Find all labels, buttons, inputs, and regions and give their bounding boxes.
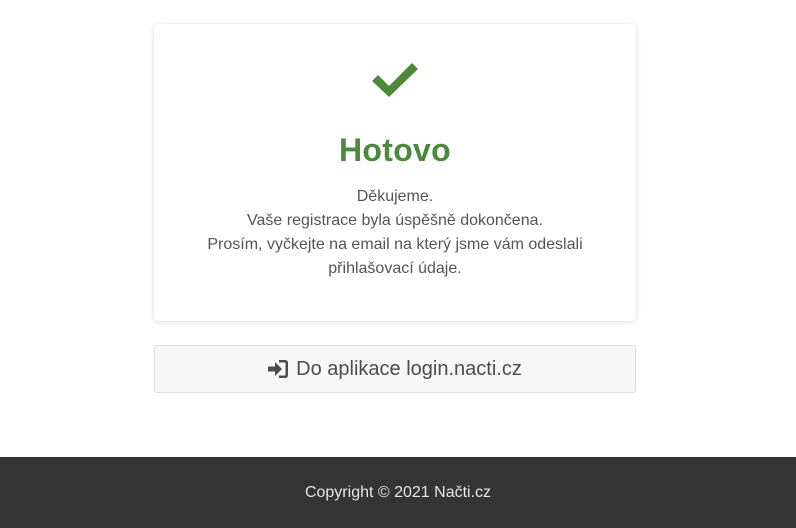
footer: Copyright © 2021 Načti.cz bbox=[0, 457, 796, 528]
page: Hotovo Děkujeme. Vaše registrace byla ús… bbox=[0, 0, 796, 528]
message-line-registration: Vaše registrace byla úspěšně dokončena. bbox=[247, 212, 543, 229]
checkmark-icon bbox=[372, 63, 418, 97]
login-app-button-label: Do aplikace login.nacti.cz bbox=[296, 357, 522, 380]
success-card: Hotovo Děkujeme. Vaše registrace byla ús… bbox=[154, 24, 636, 321]
footer-copyright: Copyright © 2021 Načti.cz bbox=[304, 483, 492, 501]
message-line-email: Prosím, vyčkejte na email na který jsme … bbox=[207, 236, 583, 277]
login-app-button[interactable]: Do aplikace login.nacti.cz bbox=[154, 345, 636, 393]
success-title: Hotovo bbox=[338, 132, 451, 168]
message-line-thanks: Děkujeme. bbox=[356, 188, 434, 205]
sign-in-icon bbox=[268, 360, 289, 378]
success-message: Děkujeme. Vaše registrace byla úspěšně d… bbox=[194, 185, 596, 281]
